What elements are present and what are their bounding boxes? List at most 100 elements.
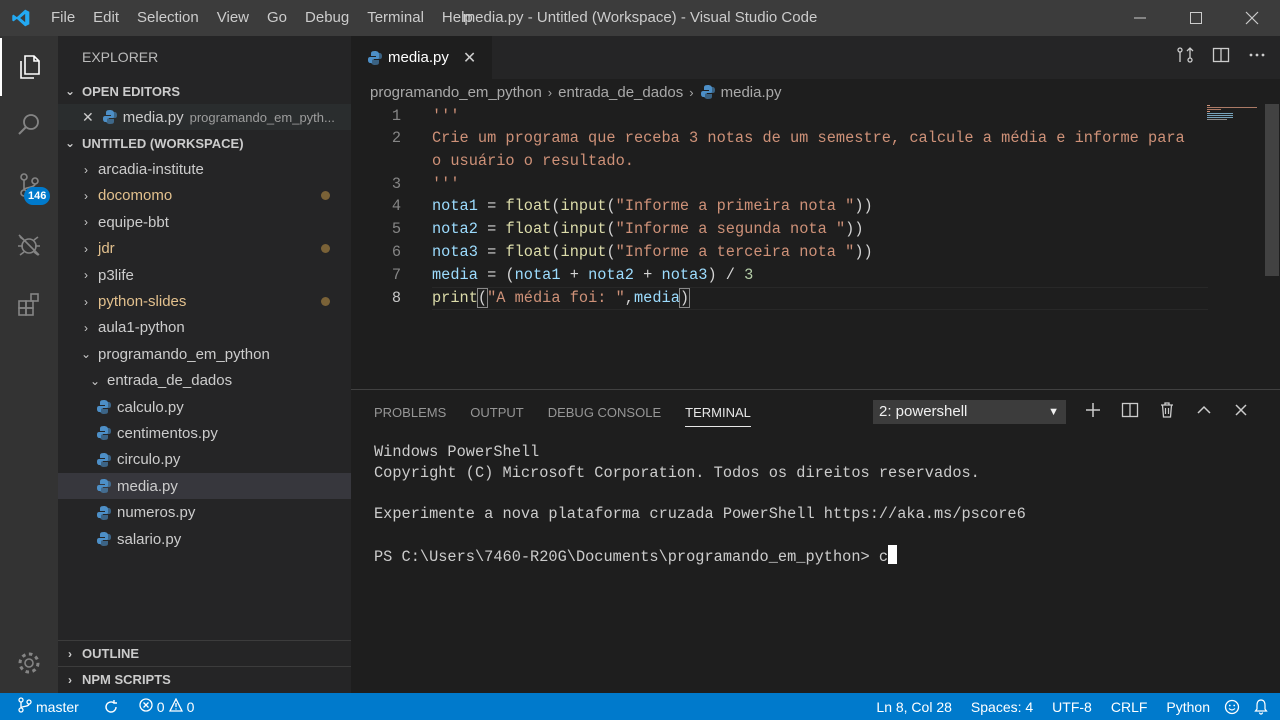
debug-icon[interactable] (0, 216, 58, 274)
terminal-prompt-line: PS C:\Users\7460-R20G\Documents\programa… (374, 544, 1026, 566)
feedback-smiley-icon[interactable] (1224, 699, 1240, 715)
outline-header[interactable]: › OUTLINE (58, 640, 351, 666)
file-item[interactable]: salario.py (58, 526, 351, 552)
editor-tab-bar: media.py ✕ (351, 36, 1280, 79)
open-editor-item[interactable]: ✕ media.py programando_em_pyth... (58, 104, 351, 131)
error-count: 0 (156, 698, 165, 715)
modified-dot-icon (321, 244, 330, 254)
terminal-typed-text: c (878, 547, 889, 566)
folder-item[interactable]: › python-slides (58, 288, 351, 314)
terminal-select[interactable]: 2: powershell ▼ (873, 400, 1066, 424)
chevron-right-icon: › (84, 241, 88, 256)
editor-scrollbar[interactable] (1265, 104, 1279, 276)
code-editor[interactable]: 1 ''' 2 Crie um programa que receba 3 nota… (351, 105, 1280, 389)
tab-problems[interactable]: PROBLEMS (374, 405, 446, 420)
file-label: numeros.py (117, 504, 196, 522)
file-item[interactable]: calculo.py (58, 394, 351, 420)
chevron-right-icon: › (84, 215, 88, 230)
workspace-header[interactable]: ⌄ UNTITLED (WORKSPACE) (58, 130, 351, 156)
encoding[interactable]: UTF-8 (1052, 699, 1092, 715)
menu-view[interactable]: View (208, 0, 258, 36)
indentation[interactable]: Spaces: 4 (971, 699, 1033, 715)
python-file-icon (700, 84, 716, 100)
menu-debug[interactable]: Debug (296, 0, 358, 36)
menu-go[interactable]: Go (258, 0, 296, 36)
problems-status[interactable]: 0 0 (139, 697, 194, 715)
trash-icon[interactable] (1158, 401, 1176, 424)
settings-gear-icon[interactable] (0, 634, 58, 692)
folder-item[interactable]: › p3life (58, 262, 351, 288)
source-control-icon[interactable] (0, 156, 58, 214)
code-line: 8 print("A média foi: ",media) (391, 288, 691, 308)
chevron-right-icon: › (68, 672, 72, 687)
menu-edit[interactable]: Edit (84, 0, 128, 36)
compare-changes-icon[interactable] (1176, 46, 1194, 69)
folder-item[interactable]: › equipe-bbt (58, 209, 351, 235)
tab-output[interactable]: OUTPUT (470, 405, 523, 420)
minimap[interactable] (1205, 104, 1265, 122)
terminal-output[interactable]: Windows PowerShell Copyright (C) Microso… (374, 442, 1026, 566)
open-editors-header[interactable]: ⌄ OPEN EDITORS (58, 78, 351, 104)
code-line: o usuário o resultado. (432, 152, 634, 170)
python-file-icon (96, 425, 112, 441)
close-window-button[interactable] (1224, 0, 1280, 36)
folder-item[interactable]: › jdr (58, 236, 351, 262)
close-icon[interactable]: ✕ (82, 109, 94, 126)
breadcrumb-item[interactable]: media.py (721, 84, 782, 101)
npm-scripts-header[interactable]: › NPM SCRIPTS (58, 666, 351, 692)
maximize-panel-icon[interactable] (1195, 401, 1213, 424)
tab-terminal[interactable]: TERMINAL (685, 398, 751, 427)
folder-item-expanded[interactable]: ⌄ programando_em_python (58, 341, 351, 367)
breadcrumb-item[interactable]: programando_em_python (370, 84, 542, 101)
terminal-line: Windows PowerShell (374, 443, 540, 461)
tab-debug-console[interactable]: DEBUG CONSOLE (548, 405, 661, 420)
more-actions-icon[interactable] (1248, 46, 1266, 69)
code-line: 1 ''' (391, 107, 460, 125)
file-item[interactable]: centimentos.py (58, 420, 351, 446)
search-icon[interactable] (0, 96, 58, 154)
terminal-prompt: PS C:\Users\7460-R20G\Documents\programa… (374, 547, 879, 566)
explorer-icon[interactable] (0, 38, 58, 96)
file-item[interactable]: circulo.py (58, 447, 351, 473)
split-terminal-icon[interactable] (1121, 401, 1139, 424)
open-editors-label: OPEN EDITORS (82, 83, 181, 99)
folder-item[interactable]: › aula1-python (58, 315, 351, 341)
menu-help[interactable]: Help (433, 0, 482, 36)
file-label: calculo.py (117, 398, 184, 416)
file-item[interactable]: numeros.py (58, 499, 351, 525)
line-ending[interactable]: CRLF (1111, 699, 1148, 715)
maximize-button[interactable] (1168, 0, 1224, 36)
branch-status[interactable]: master (18, 697, 79, 716)
file-label: salario.py (117, 530, 182, 548)
subfolder-item-expanded[interactable]: ⌄ entrada_de_dados (58, 368, 351, 394)
new-terminal-icon[interactable] (1084, 401, 1102, 424)
close-panel-icon[interactable] (1232, 401, 1250, 424)
activity-bar: 146 (0, 36, 58, 693)
editor-actions (1176, 36, 1266, 79)
sync-icon[interactable] (103, 699, 119, 715)
folder-label: docomomo (98, 187, 173, 205)
terminal-select-value: 2: powershell (879, 403, 968, 420)
menu-terminal[interactable]: Terminal (358, 0, 433, 36)
close-icon[interactable]: ✕ (463, 48, 476, 68)
extensions-icon[interactable] (0, 276, 58, 334)
terminal-line: Copyright (C) Microsoft Corporation. Tod… (374, 463, 980, 482)
menu-file[interactable]: File (42, 0, 84, 36)
code-line: 7 media = (nota1 + nota2 + nota3) / 3 (391, 266, 754, 284)
chevron-right-icon: › (84, 268, 88, 283)
folder-item[interactable]: › docomomo (58, 183, 351, 209)
language-mode[interactable]: Python (1166, 699, 1210, 715)
file-item-selected[interactable]: media.py (58, 473, 351, 500)
outline-label: OUTLINE (82, 646, 140, 661)
tab-media-py[interactable]: media.py ✕ (351, 36, 492, 79)
notifications-bell-icon[interactable] (1254, 698, 1268, 715)
folder-label: arcadia-institute (98, 161, 204, 179)
breadcrumb-item[interactable]: entrada_de_dados (558, 84, 683, 101)
menu-selection[interactable]: Selection (128, 0, 208, 36)
cursor-position[interactable]: Ln 8, Col 28 (876, 699, 952, 715)
explorer-title: EXPLORER (82, 49, 159, 65)
folder-item[interactable]: › arcadia-institute (58, 156, 351, 182)
minimize-button[interactable] (1112, 0, 1168, 36)
python-file-icon (367, 50, 383, 66)
split-editor-icon[interactable] (1212, 46, 1230, 69)
